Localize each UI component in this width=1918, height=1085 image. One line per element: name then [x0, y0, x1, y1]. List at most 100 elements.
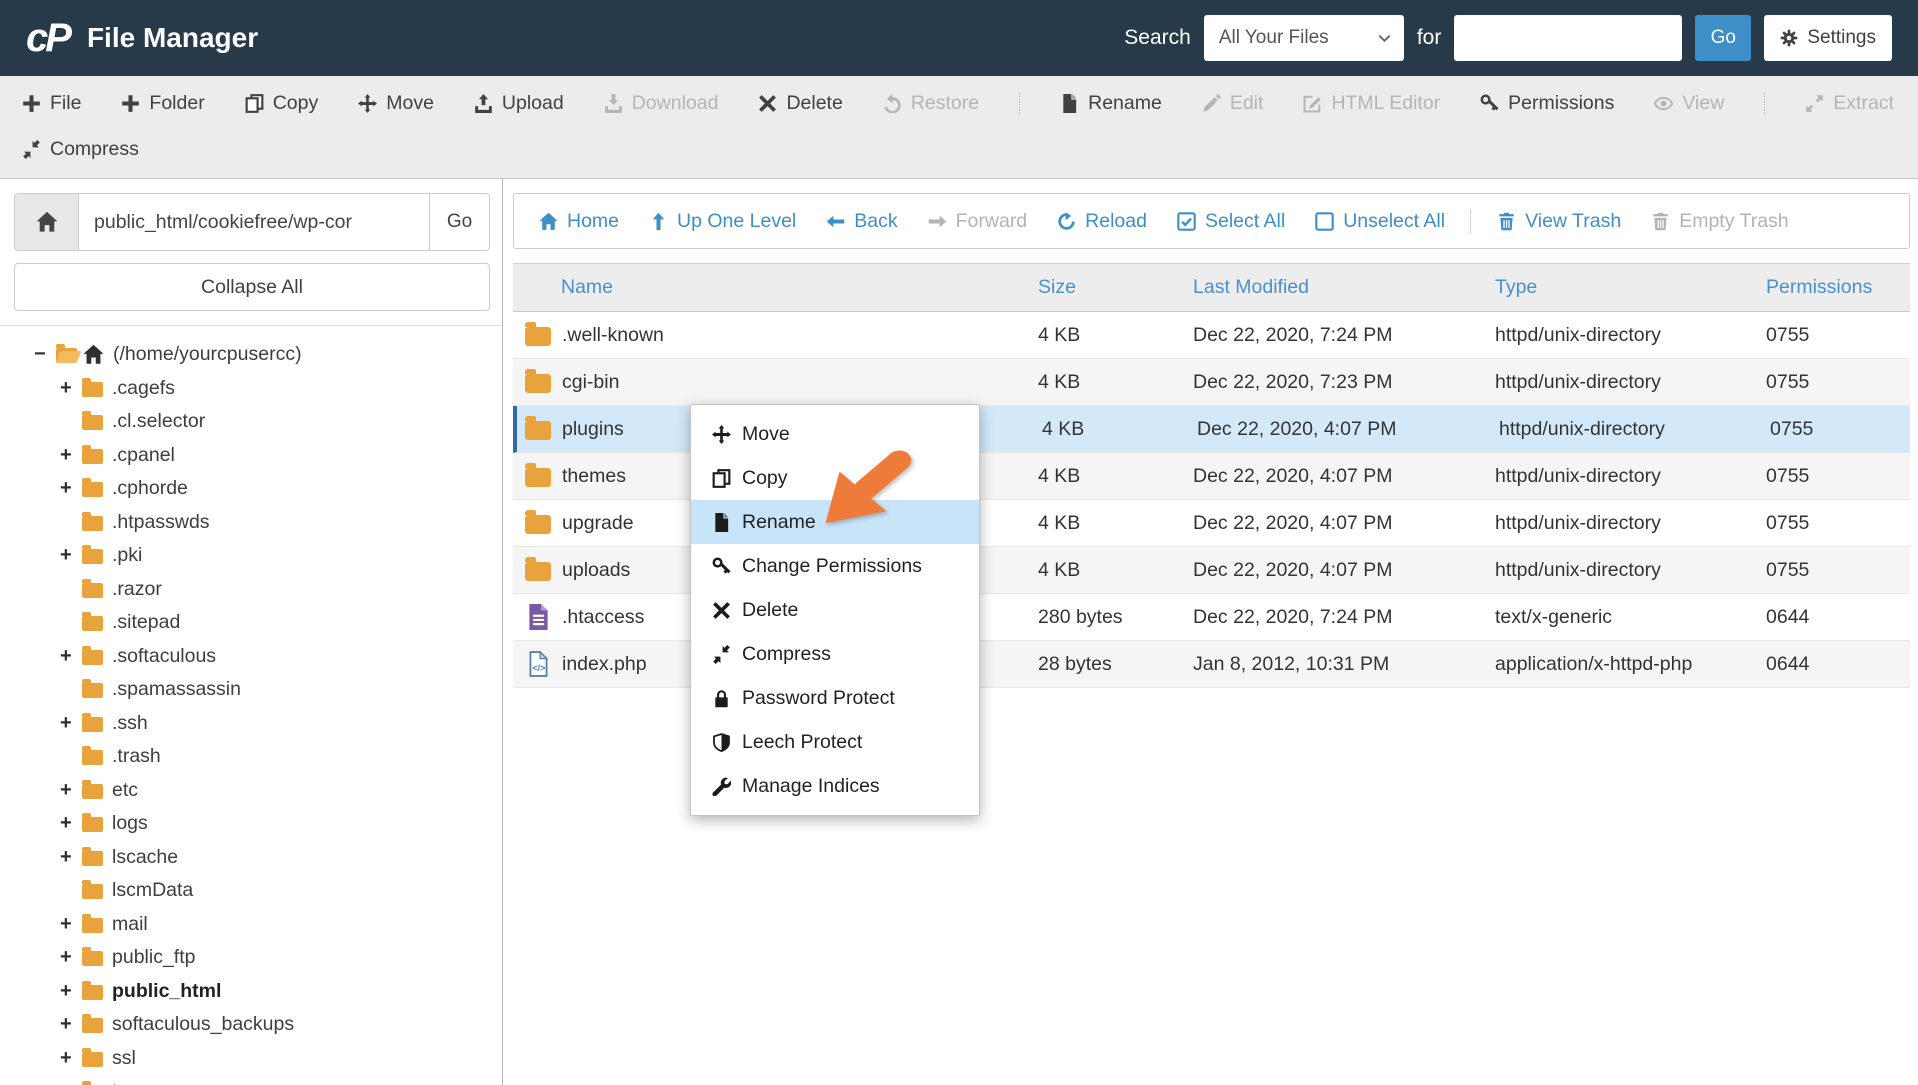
- nav-link[interactable]: Forward: [913, 210, 1043, 233]
- search-input[interactable]: [1454, 15, 1683, 61]
- tree-item[interactable]: .razor: [60, 573, 502, 607]
- toolbar-button[interactable]: Compress: [22, 138, 139, 161]
- tree-item[interactable]: + ssl: [60, 1042, 502, 1076]
- tree-expander[interactable]: +: [60, 1013, 82, 1036]
- tree-expander[interactable]: +: [60, 779, 82, 802]
- file-name: themes: [562, 464, 626, 487]
- tree-expander[interactable]: +: [60, 846, 82, 869]
- x-icon: [758, 94, 777, 113]
- context-menu-item[interactable]: Manage Indices: [691, 764, 979, 808]
- tree-expander[interactable]: +: [60, 377, 82, 400]
- code-file-icon: </>: [529, 651, 548, 677]
- tree-item[interactable]: + .softaculous: [60, 640, 502, 674]
- tree-expander[interactable]: +: [60, 477, 82, 500]
- tree-expander[interactable]: +: [60, 946, 82, 969]
- toolbar-button[interactable]: Extract: [1764, 91, 1894, 115]
- tree-item[interactable]: + .cpanel: [60, 439, 502, 473]
- column-header-permissions[interactable]: Permissions: [1766, 276, 1910, 299]
- nav-link-label: Home: [567, 209, 620, 232]
- lock-icon: [712, 689, 731, 708]
- nav-link[interactable]: Unselect All: [1300, 210, 1460, 233]
- tree-expander[interactable]: +: [60, 913, 82, 936]
- context-menu-item-label: Leech Protect: [742, 730, 863, 753]
- toolbar-button[interactable]: Copy: [245, 92, 318, 115]
- tree-expander[interactable]: +: [60, 645, 82, 668]
- toolbar-button[interactable]: Rename: [1019, 91, 1162, 115]
- toolbar-button-label: Compress: [50, 137, 139, 160]
- sidebar: Go Collapse All − (/home/yourcpusercc): [0, 179, 503, 1085]
- toolbar-button[interactable]: Restore: [883, 92, 979, 115]
- nav-link[interactable]: View Trash: [1470, 209, 1636, 233]
- nav-link[interactable]: Home: [524, 210, 634, 233]
- tree-expander[interactable]: +: [60, 544, 82, 567]
- settings-button[interactable]: Settings: [1764, 15, 1892, 61]
- tree-item[interactable]: lscmData: [60, 874, 502, 908]
- tree-item[interactable]: .cl.selector: [60, 405, 502, 439]
- folder-icon: [82, 478, 103, 498]
- toolbar-button[interactable]: Download: [604, 92, 718, 115]
- collapse-all-button[interactable]: Collapse All: [14, 263, 490, 311]
- column-header-type[interactable]: Type: [1495, 276, 1766, 299]
- toolbar-button[interactable]: Upload: [474, 92, 564, 115]
- nav-link[interactable]: Reload: [1042, 210, 1162, 233]
- tree-expander[interactable]: +: [60, 444, 82, 467]
- nav-link[interactable]: Back: [811, 210, 912, 233]
- tree-item[interactable]: + softaculous_backups: [60, 1008, 502, 1042]
- tree-item[interactable]: − (/home/yourcpusercc): [34, 338, 502, 372]
- context-menu-item[interactable]: Leech Protect: [691, 720, 979, 764]
- tree-expander[interactable]: +: [60, 712, 82, 735]
- tree-expander[interactable]: −: [34, 343, 56, 366]
- tree-expander[interactable]: +: [60, 1047, 82, 1070]
- context-menu-item[interactable]: Change Permissions: [691, 544, 979, 588]
- path-input[interactable]: [79, 194, 429, 250]
- tree-item[interactable]: .htpasswds: [60, 506, 502, 540]
- toolbar-button[interactable]: Delete: [758, 91, 843, 115]
- tree-item[interactable]: + public_ftp: [60, 941, 502, 975]
- path-go-button[interactable]: Go: [429, 194, 489, 250]
- toolbar-button[interactable]: Permissions: [1480, 92, 1614, 115]
- nav-link-label: Up One Level: [677, 209, 797, 232]
- tree-item[interactable]: + tmp: [60, 1075, 502, 1085]
- tree-item[interactable]: + etc: [60, 774, 502, 808]
- tree-item[interactable]: + .cagefs: [60, 372, 502, 406]
- nav-link[interactable]: Up One Level: [634, 210, 811, 233]
- tree-item[interactable]: + .pki: [60, 539, 502, 573]
- toolbar-button[interactable]: HTML Editor: [1303, 92, 1440, 115]
- tree-item[interactable]: .spamassassin: [60, 673, 502, 707]
- tree-item[interactable]: + mail: [60, 908, 502, 942]
- toolbar-button[interactable]: Edit: [1202, 92, 1263, 115]
- folder-icon: [82, 813, 103, 833]
- tree-item[interactable]: + logs: [60, 807, 502, 841]
- folder-icon: [82, 545, 103, 565]
- tree-item[interactable]: .trash: [60, 740, 502, 774]
- nav-link[interactable]: Empty Trash: [1636, 210, 1803, 233]
- search-go-button[interactable]: Go: [1695, 15, 1752, 61]
- context-menu-item[interactable]: Compress: [691, 632, 979, 676]
- column-header-size[interactable]: Size: [1038, 276, 1193, 299]
- tree-expander[interactable]: +: [60, 812, 82, 835]
- tree-item[interactable]: + public_html: [60, 975, 502, 1009]
- table-row[interactable]: </> cgi-bin 4 KB Dec 22, 2020, 7:23 PM h…: [513, 359, 1910, 406]
- column-header-modified[interactable]: Last Modified: [1193, 276, 1495, 299]
- nav-link[interactable]: Select All: [1162, 210, 1300, 233]
- toolbar-button[interactable]: Folder: [121, 92, 205, 115]
- context-menu-item[interactable]: Delete: [691, 588, 979, 632]
- tree-item[interactable]: .sitepad: [60, 606, 502, 640]
- context-menu-item[interactable]: Password Protect: [691, 676, 979, 720]
- toolbar-button[interactable]: Move: [358, 92, 434, 115]
- toolbar-button[interactable]: File: [22, 92, 81, 115]
- tree-item[interactable]: + .cphorde: [60, 472, 502, 506]
- tree-expander[interactable]: +: [60, 980, 82, 1003]
- search-scope-select[interactable]: All Your Files: [1203, 15, 1404, 61]
- tree-item[interactable]: + lscache: [60, 841, 502, 875]
- tree-expander[interactable]: +: [60, 1080, 82, 1085]
- column-header-name[interactable]: Name: [513, 276, 1038, 299]
- tree-item[interactable]: + .ssh: [60, 707, 502, 741]
- table-row[interactable]: </> .well-known 4 KB Dec 22, 2020, 7:24 …: [513, 312, 1910, 359]
- toolbar-button-label: Delete: [786, 91, 843, 114]
- nav-link-label: Unselect All: [1343, 209, 1446, 232]
- home-directory-button[interactable]: [15, 194, 79, 250]
- toolbar-button[interactable]: View: [1654, 92, 1724, 115]
- tree-item-label: .cphorde: [112, 477, 188, 500]
- nav-link-label: Back: [854, 209, 898, 232]
